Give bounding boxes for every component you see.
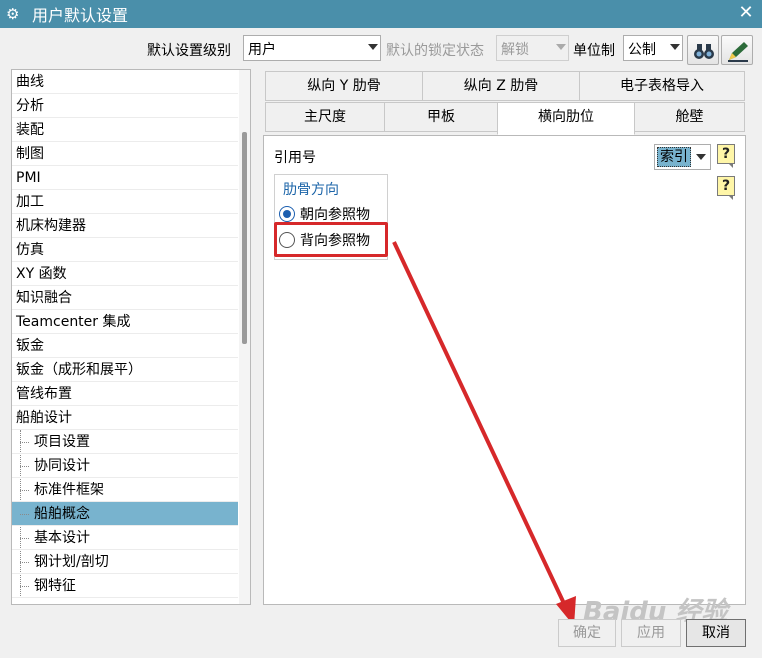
cancel-button[interactable]: 取消 xyxy=(686,619,746,647)
apply-button[interactable]: 应用 xyxy=(621,619,681,647)
annotation-arrow xyxy=(392,241,576,626)
ok-button[interactable]: 确定 xyxy=(558,619,616,647)
